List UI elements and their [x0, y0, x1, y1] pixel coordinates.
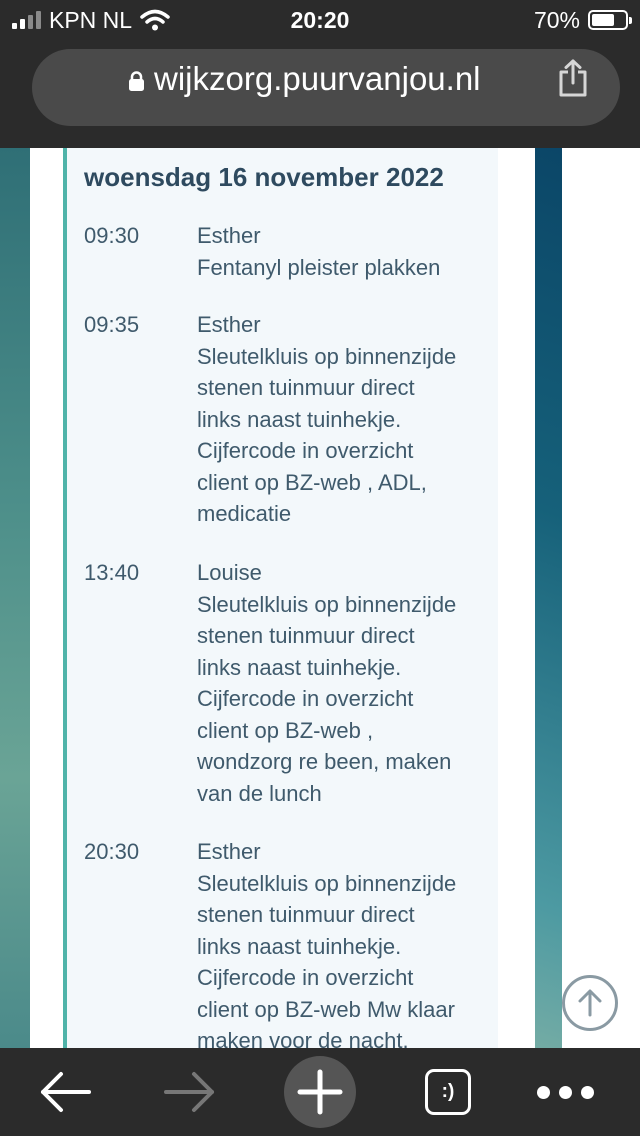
lock-icon [129, 71, 144, 91]
more-dots-icon[interactable] [530, 1048, 600, 1136]
entry-line: Sleutelkluis op binnenzijde [197, 870, 457, 896]
address-bar-area: wijkzorg.puurvanjou.nl [0, 40, 640, 148]
schedule-entry: 09:30 Esther Fentanyl pleister plakken [84, 220, 487, 283]
entry-line: Sleutelkluis op binnenzijde [197, 343, 457, 369]
entry-line: medicatie [197, 501, 292, 526]
status-bar: KPN NL 20:20 70% [0, 0, 640, 40]
entry-details: Esther Sleutelkluis op binnenzijde stene… [197, 309, 487, 530]
entry-line: Sleutelkluis op binnenzijde [197, 591, 457, 617]
entry-caregiver: Louise [197, 560, 262, 585]
forward-button[interactable] [155, 1048, 225, 1136]
entry-caregiver: Esther [197, 312, 261, 337]
entry-caregiver: Esther [197, 223, 261, 248]
web-page: woensdag 16 november 2022 09:30 Esther F… [0, 148, 640, 1048]
schedule-entry: 13:40 Louise Sleutelkluis op binnenzijde… [84, 557, 487, 809]
share-icon[interactable] [556, 58, 590, 98]
entry-line: Cijfercode in overzicht [197, 965, 414, 990]
tabs-button[interactable]: :) [420, 1048, 476, 1136]
entry-time: 09:30 [84, 223, 140, 248]
entry-line: maken voor de nacht. [197, 1028, 409, 1048]
schedule-entry: 20:30 Esther Sleutelkluis op binnenzijde… [84, 836, 487, 1048]
schedule-entry: 09:35 Esther Sleutelkluis op binnenzijde… [84, 309, 487, 530]
entry-time: 13:40 [84, 560, 140, 585]
entry-line: client op BZ-web , [197, 717, 374, 743]
entry-line: Cijfercode in overzicht [197, 438, 414, 463]
entry-time: 20:30 [84, 839, 140, 864]
entry-line: client op BZ-web Mw klaar [197, 996, 455, 1022]
entry-line: stenen tuinmuur direct [197, 623, 415, 648]
entry-line: links naast tuinhekje. [197, 406, 402, 432]
entry-caregiver: Esther [197, 839, 261, 864]
entry-details: Louise Sleutelkluis op binnenzijde stene… [197, 557, 487, 809]
schedule-date-heading: woensdag 16 november 2022 [84, 162, 444, 192]
scroll-to-top-button[interactable] [562, 975, 618, 1031]
battery-icon [588, 10, 632, 30]
battery-group: 70% [533, 6, 632, 34]
entry-details: Esther Fentanyl pleister plakken [197, 220, 487, 283]
entry-line: stenen tuinmuur direct [197, 375, 415, 400]
entry-time: 09:35 [84, 312, 140, 337]
entry-details: Esther Sleutelkluis op binnenzijde stene… [197, 836, 487, 1048]
entry-line: links naast tuinhekje. [197, 654, 402, 680]
new-tab-circle [284, 1056, 356, 1128]
url-text[interactable]: wijkzorg.puurvanjou.nl [154, 60, 481, 98]
battery-percent: 70% [533, 6, 580, 33]
entry-line: links naast tuinhekje. [197, 933, 402, 959]
entry-line: Cijfercode in overzicht [197, 686, 414, 711]
entry-line: stenen tuinmuur direct [197, 902, 415, 927]
tabs-count-label: :) [425, 1069, 471, 1115]
page-right-margin [562, 148, 640, 1048]
entry-line: client op BZ-web , ADL, [197, 469, 427, 495]
entry-line: wondzorg re been, maken [197, 749, 452, 774]
arrow-right-icon [164, 1072, 214, 1112]
browser-toolbar: :) [0, 1048, 640, 1136]
new-tab-button[interactable] [284, 1048, 356, 1136]
back-button[interactable] [30, 1048, 100, 1136]
entry-line: van de lunch [197, 780, 322, 806]
arrow-up-circle-icon [578, 989, 602, 1017]
arrow-left-icon [41, 1072, 91, 1112]
plus-icon [297, 1069, 343, 1115]
entry-line: Fentanyl pleister plakken [197, 254, 441, 280]
